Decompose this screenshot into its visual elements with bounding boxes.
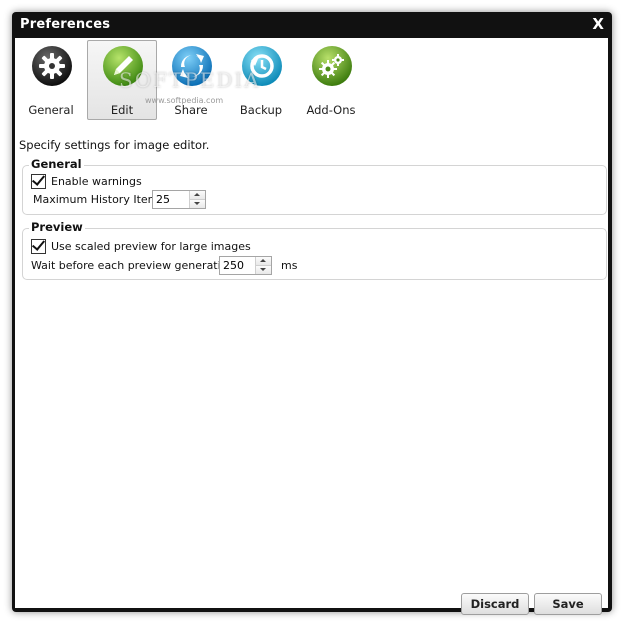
max-history-stepper[interactable] (152, 190, 206, 209)
preview-group-legend: Preview (29, 220, 85, 234)
wait-decrement[interactable] (256, 266, 271, 274)
discard-button[interactable]: Discard (461, 593, 529, 615)
category-toolbar: General Edit Share Backup Add-Ons SOFTPE… (15, 38, 608, 132)
addons-icon (311, 45, 353, 87)
tab-addons[interactable]: Add-Ons (296, 40, 366, 120)
max-history-spin-buttons (189, 191, 205, 208)
tab-edit-label: Edit (110, 103, 134, 117)
checkbox-checked-icon (31, 239, 46, 254)
watermark-text: SOFTPEDIA (119, 68, 261, 92)
section-description: Specify settings for image editor. (19, 138, 210, 152)
scaled-preview-checkbox[interactable]: Use scaled preview for large images (31, 239, 251, 254)
tab-share-label: Share (174, 103, 208, 117)
tab-general[interactable]: General (16, 40, 86, 120)
save-button[interactable]: Save (534, 593, 602, 615)
max-history-label: Maximum History Items: (33, 193, 168, 206)
tab-general-label: General (28, 103, 74, 117)
enable-warnings-label: Enable warnings (51, 175, 142, 188)
window-content: General Edit Share Backup Add-Ons SOFTPE… (15, 38, 608, 615)
wait-spin-buttons (255, 257, 271, 274)
watermark-url: www.softpedia.com (145, 96, 224, 105)
wait-unit: ms (281, 259, 298, 272)
general-group-legend: General (29, 157, 84, 171)
gear-icon (31, 45, 73, 87)
enable-warnings-checkbox[interactable]: Enable warnings (31, 174, 142, 189)
wait-input[interactable] (220, 257, 258, 274)
wait-increment[interactable] (256, 257, 271, 266)
title-bar[interactable]: Preferences X (12, 12, 612, 38)
general-group: General Enable warnings Maximum History … (22, 157, 607, 215)
max-history-increment[interactable] (190, 191, 205, 200)
scaled-preview-label: Use scaled preview for large images (51, 240, 251, 253)
close-button[interactable]: X (592, 14, 604, 34)
wait-stepper[interactable] (219, 256, 272, 275)
checkbox-checked-icon (31, 174, 46, 189)
tab-addons-label: Add-Ons (306, 103, 356, 117)
preferences-window: Preferences X General Edit Share Backup … (12, 12, 612, 615)
preview-group: Preview Use scaled preview for large ima… (22, 220, 607, 280)
max-history-input[interactable] (153, 191, 192, 208)
window-title: Preferences (20, 17, 111, 32)
max-history-decrement[interactable] (190, 200, 205, 208)
tab-backup-label: Backup (239, 103, 283, 117)
wait-label: Wait before each preview generation (31, 259, 235, 272)
